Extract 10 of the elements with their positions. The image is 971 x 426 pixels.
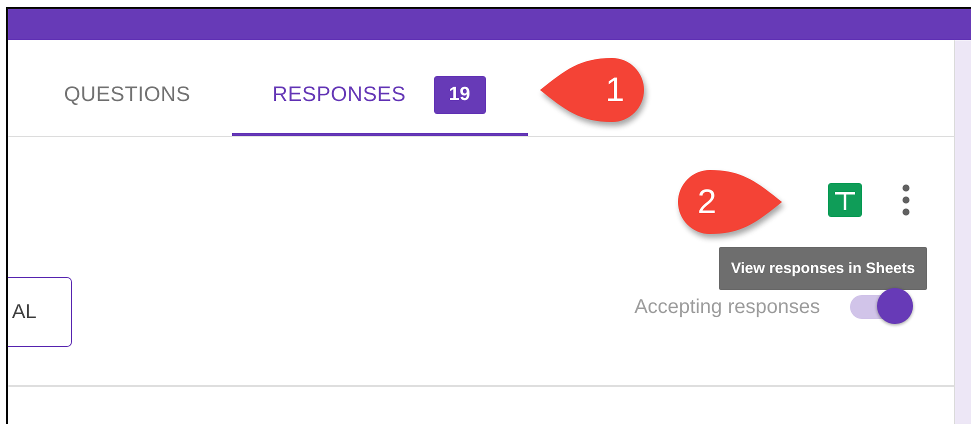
accepting-responses-label: Accepting responses — [634, 296, 820, 318]
tab-label: RESPONSES — [272, 82, 406, 106]
toggle-thumb[interactable] — [877, 288, 913, 324]
responses-tab[interactable]: RESPONSES 19 — [232, 56, 528, 136]
more-options-icon[interactable] — [902, 184, 910, 216]
action-button[interactable]: AL — [8, 277, 72, 347]
count-badge: 19 — [434, 76, 486, 114]
tooltip: View responses in Sheets — [719, 247, 927, 290]
sheets-icon[interactable] — [828, 183, 862, 217]
tab[interactable]: QUESTIONS — [24, 56, 232, 136]
